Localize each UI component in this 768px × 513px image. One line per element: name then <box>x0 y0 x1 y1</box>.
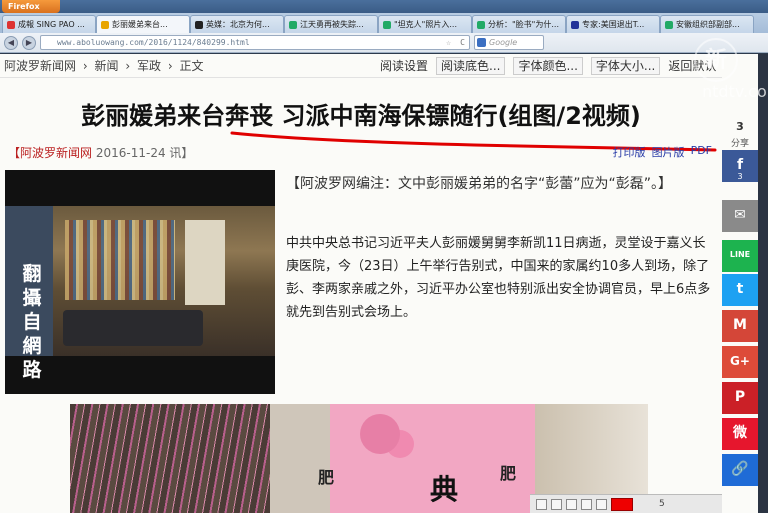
article-body-paragraph: 中共中央总书记习近平夫人彭丽媛舅舅李新凯11日病逝，灵堂设于嘉义长庚医院，今（2… <box>286 236 711 320</box>
tab-strip: 成報 SING PAO ... 彭丽媛弟来台... 英媒：北京为何... 江天勇… <box>0 13 768 33</box>
firefox-menu-button[interactable]: Firefox <box>2 0 60 13</box>
bookmark-star-icon[interactable]: ☆ <box>446 36 451 49</box>
wreath-char: 肥 <box>318 468 335 487</box>
tab-facebook-analysis[interactable]: 分析："脸书"为什... <box>472 15 566 33</box>
article-format-links: 打印版 图片版 PDF <box>613 144 712 160</box>
window-titlebar: Firefox <box>0 0 768 13</box>
article-page: 阿波罗新闻网 › 新闻 › 军政 › 正文 阅读设置 阅读底色... 字体颜色.… <box>0 54 722 513</box>
brush-icon[interactable] <box>596 498 607 510</box>
tab-label: 分析："脸书"为什... <box>488 19 559 29</box>
wreath-char: 典 <box>430 473 459 506</box>
forward-button[interactable]: ▶ <box>22 35 36 50</box>
source-site[interactable]: 【阿波罗新闻网 <box>8 146 92 160</box>
tab-label: 成報 SING PAO ... <box>18 19 85 29</box>
favicon-icon <box>477 20 485 29</box>
photo-pink-flower <box>360 414 400 454</box>
navigation-bar: ◀ ▶ www.aboluowang.com/2016/1124/840299.… <box>0 33 768 53</box>
pencil-icon[interactable] <box>581 498 592 510</box>
photo-bookshelves <box>65 220 175 300</box>
facebook-share-count: 3 <box>737 172 743 181</box>
twitter-icon: t <box>736 281 744 297</box>
tab-label: 彭丽媛弟来台... <box>112 19 168 29</box>
url-text: www.aboluowang.com/2016/1124/840299.html <box>57 38 250 47</box>
photo-sofa <box>63 310 203 346</box>
pinterest-icon: P <box>734 389 746 405</box>
tab-singpao[interactable]: 成報 SING PAO ... <box>2 15 96 33</box>
weibo-icon: 微 <box>733 425 747 441</box>
tab-active-article[interactable]: 彭丽媛弟来台... <box>96 15 190 33</box>
favicon-icon <box>101 20 109 29</box>
pdf-link[interactable]: PDF <box>691 144 712 160</box>
address-bar[interactable]: www.aboluowang.com/2016/1124/840299.html… <box>40 35 470 50</box>
photo-doorway <box>185 220 225 305</box>
editor-note: 【阿波罗网编注：文中彭丽媛弟弟的名字“彭蕾”应为“彭磊”。】 <box>286 176 673 192</box>
zoom-value: 5 <box>659 499 665 509</box>
search-input[interactable]: Google <box>474 35 544 50</box>
email-share-button[interactable]: ✉ <box>722 200 758 232</box>
copy-link-share-button[interactable]: 🔗 <box>722 454 758 486</box>
save-icon[interactable] <box>551 498 562 510</box>
gmail-share-button[interactable]: M <box>722 310 758 342</box>
tab-bbc[interactable]: 英媒：北京为何... <box>190 15 284 33</box>
google-plus-icon: G+ <box>730 354 750 368</box>
tab-label: "坦克人"照片入... <box>394 19 457 29</box>
twitter-share-button[interactable]: t <box>722 274 758 306</box>
photo-flower-stalks <box>70 404 270 513</box>
favicon-icon <box>383 20 391 29</box>
article-source: 【阿波罗新闻网 2016-11-24 讯】 <box>8 144 193 161</box>
screen: Firefox 成報 SING PAO ... 彭丽媛弟来台... 英媒：北京为… <box>0 0 768 513</box>
ntdtv-watermark: ntdtv.com <box>702 82 768 101</box>
favicon-icon <box>195 20 203 29</box>
favicon-icon <box>571 20 579 29</box>
vertical-scrollbar[interactable] <box>758 54 768 513</box>
share-label: 分享 <box>730 139 749 149</box>
image-version-link[interactable]: 图片版 <box>652 144 685 160</box>
facebook-icon: f <box>736 157 744 173</box>
tab-voa-tpp[interactable]: 专家:美国退出T... <box>566 15 660 33</box>
reload-icon[interactable]: C <box>460 36 465 49</box>
line-icon: LINE <box>729 250 751 259</box>
favicon-icon <box>7 20 15 29</box>
favicon-icon <box>289 20 297 29</box>
favicon-icon <box>665 20 673 29</box>
gmail-icon: M <box>733 317 747 333</box>
ntdtv-logo: 新 <box>694 38 738 82</box>
photo-vertical-caption: 翻攝自網路 <box>22 263 42 381</box>
weibo-share-button[interactable]: 微 <box>722 418 758 450</box>
source-date: 2016-11-24 讯】 <box>95 146 194 160</box>
google-plus-share-button[interactable]: G+ <box>722 346 758 378</box>
wreath-char: 肥 <box>500 464 517 483</box>
email-icon: ✉ <box>734 207 746 223</box>
facebook-share-button[interactable]: f3 <box>722 150 758 182</box>
tab-tank-man[interactable]: "坦克人"照片入... <box>378 15 472 33</box>
page-status-toolbar: 5 <box>530 494 722 513</box>
page-icon[interactable] <box>536 498 547 510</box>
link-icon: 🔗 <box>731 461 749 477</box>
share-sidebar: 3 分享 f3 ✉ LINE t M G+ P 微 🔗 <box>722 54 758 513</box>
back-button[interactable]: ◀ <box>4 35 18 50</box>
print-version-link[interactable]: 打印版 <box>613 144 646 160</box>
article-photo-room: 翻攝自網路 <box>5 170 275 394</box>
tab-label: 安徽组织部副部... <box>676 19 740 29</box>
tab-anhui[interactable]: 安徽组织部副部... <box>660 15 754 33</box>
tab-label: 英媒：北京为何... <box>206 19 270 29</box>
color-swatch[interactable] <box>611 497 633 511</box>
eraser-icon[interactable] <box>566 498 577 510</box>
pinterest-share-button[interactable]: P <box>722 382 758 414</box>
share-count: 3 <box>736 120 744 133</box>
tab-label: 专家:美国退出T... <box>582 19 645 29</box>
line-share-button[interactable]: LINE <box>722 240 758 272</box>
tab-jiang-tianyong[interactable]: 江天勇再被失踪... <box>284 15 378 33</box>
tab-label: 江天勇再被失踪... <box>300 19 364 29</box>
